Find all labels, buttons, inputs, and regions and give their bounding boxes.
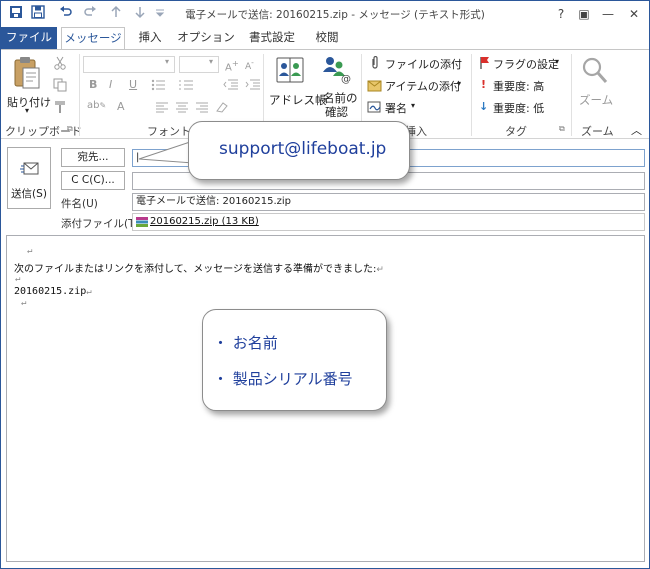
format-painter-icon[interactable] bbox=[53, 100, 67, 117]
send-button-label: 送信(S) bbox=[11, 188, 47, 200]
undo-icon[interactable] bbox=[57, 5, 75, 23]
cut-icon[interactable] bbox=[53, 56, 67, 73]
align-center-icon[interactable] bbox=[175, 102, 189, 116]
window-title: 電子メールで送信: 20160215.zip - メッセージ (テキスト形式) bbox=[185, 9, 485, 21]
paragraph-mark: ↵ bbox=[27, 246, 33, 256]
text-highlight-icon[interactable]: ab✎ bbox=[87, 100, 106, 111]
cc-button[interactable]: C C(C)... bbox=[61, 171, 125, 190]
attached-label: 添付ファイル(T) bbox=[61, 218, 139, 230]
low-importance-icon[interactable]: ↓ bbox=[479, 100, 488, 113]
help-button[interactable]: ? bbox=[550, 4, 572, 24]
zip-file-icon bbox=[136, 217, 148, 227]
close-button[interactable]: ✕ bbox=[623, 4, 645, 24]
italic-button[interactable]: I bbox=[109, 78, 112, 91]
attachment-well: 20160215.zip (13 KB) bbox=[132, 213, 645, 231]
subject-label: 件名(U) bbox=[61, 198, 98, 210]
send-icon bbox=[20, 162, 39, 175]
info-callout: ・ お名前 ・ 製品シリアル番号 bbox=[202, 309, 387, 411]
shrink-font-icon[interactable]: A- bbox=[245, 58, 254, 72]
send-button[interactable]: 送信(S) bbox=[7, 147, 51, 209]
check-names-button-line2[interactable]: 確認 bbox=[325, 104, 348, 120]
callout-bullet-serial: ・ 製品シリアル番号 bbox=[213, 370, 353, 388]
bullets-icon[interactable] bbox=[151, 79, 169, 94]
clipboard-launcher-icon[interactable]: ⧉ bbox=[67, 124, 73, 134]
attach-item-button[interactable]: アイテムの添付 bbox=[385, 78, 461, 94]
tab-file[interactable]: ファイル bbox=[1, 27, 57, 49]
to-button[interactable]: 宛先... bbox=[61, 148, 125, 167]
title-bar: 電子メールで送信: 20160215.zip - メッセージ (テキスト形式) … bbox=[1, 1, 649, 27]
flag-icon[interactable] bbox=[479, 56, 491, 73]
tab-format-text[interactable]: 書式設定 bbox=[241, 27, 303, 49]
outlook-message-window: 電子メールで送信: 20160215.zip - メッセージ (テキスト形式) … bbox=[0, 0, 650, 569]
font-size-dropdown-icon[interactable]: ▾ bbox=[209, 57, 213, 66]
follow-up-dropdown-icon[interactable]: ▾ bbox=[555, 57, 559, 66]
align-left-icon[interactable] bbox=[155, 102, 169, 116]
signature-button[interactable]: 署名 bbox=[385, 100, 407, 116]
font-color-icon[interactable]: A bbox=[117, 100, 125, 113]
zoom-group-label: ズーム bbox=[581, 125, 614, 138]
tab-insert[interactable]: 挿入 bbox=[129, 27, 171, 49]
ribbon-display-options-icon[interactable]: ▣ bbox=[573, 4, 595, 24]
check-names-icon[interactable]: @ bbox=[321, 54, 351, 87]
zoom-icon[interactable] bbox=[581, 56, 609, 89]
paste-icon[interactable] bbox=[11, 56, 43, 93]
attach-file-button[interactable]: ファイルの添付 bbox=[385, 56, 462, 72]
paste-dropdown-icon[interactable]: ▾ bbox=[25, 106, 29, 115]
redo-icon[interactable] bbox=[81, 5, 99, 23]
arrow-up-icon[interactable] bbox=[107, 5, 125, 23]
tags-group-label: タグ bbox=[505, 125, 527, 138]
tab-message[interactable]: メッセージ bbox=[61, 27, 125, 50]
bold-button[interactable]: B bbox=[89, 78, 97, 91]
increase-indent-icon[interactable] bbox=[245, 79, 261, 94]
copy-icon[interactable] bbox=[53, 78, 67, 95]
font-name-dropdown-icon[interactable]: ▾ bbox=[165, 57, 169, 66]
font-name-combo[interactable] bbox=[83, 56, 175, 73]
clear-formatting-icon[interactable] bbox=[215, 102, 229, 116]
zoom-button[interactable]: ズーム bbox=[579, 92, 613, 108]
grow-font-icon[interactable]: A+ bbox=[225, 58, 239, 73]
align-right-icon[interactable] bbox=[195, 102, 209, 116]
email-callout-text: support@lifeboat.jp bbox=[219, 139, 387, 159]
tab-options[interactable]: オプション bbox=[173, 27, 239, 49]
attach-item-icon[interactable] bbox=[367, 78, 383, 95]
paragraph-mark: ↵ bbox=[21, 298, 27, 308]
low-importance-button[interactable]: 重要度: 低 bbox=[493, 100, 544, 116]
high-importance-icon[interactable]: ! bbox=[481, 78, 486, 91]
attach-item-dropdown-icon[interactable]: ▾ bbox=[457, 79, 461, 88]
underline-button[interactable]: U bbox=[129, 78, 137, 91]
callout-bullet-name: ・ お名前 bbox=[213, 334, 278, 352]
tags-launcher-icon[interactable]: ⧉ bbox=[559, 124, 565, 134]
collapse-ribbon-icon[interactable]: ︿ bbox=[631, 122, 642, 138]
subject-field[interactable]: 電子メールで送信: 20160215.zip bbox=[132, 193, 645, 211]
body-line-1: 次のファイルまたはリンクを添付して、メッセージを送信する準備ができました:↵ bbox=[14, 264, 384, 275]
tab-review[interactable]: 校閲 bbox=[305, 27, 349, 49]
paragraph-mark: ↵ bbox=[15, 274, 21, 284]
signature-dropdown-icon[interactable]: ▾ bbox=[411, 101, 415, 110]
app-icon[interactable] bbox=[7, 5, 25, 23]
minimize-button[interactable]: — bbox=[597, 4, 619, 24]
save-icon[interactable] bbox=[29, 5, 47, 23]
follow-up-button[interactable]: フラグの設定 bbox=[493, 56, 559, 72]
body-line-2: 20160215.zip↵ bbox=[14, 286, 92, 297]
signature-icon[interactable] bbox=[367, 100, 383, 117]
high-importance-button[interactable]: 重要度: 高 bbox=[493, 78, 544, 94]
decrease-indent-icon[interactable] bbox=[223, 79, 239, 94]
attach-file-icon[interactable] bbox=[369, 55, 381, 73]
email-callout: support@lifeboat.jp bbox=[188, 121, 410, 180]
attachment-item[interactable]: 20160215.zip (13 KB) bbox=[150, 214, 259, 230]
address-book-icon[interactable] bbox=[275, 56, 305, 87]
svg-text:@: @ bbox=[341, 74, 351, 84]
ribbon-tabs: ファイル メッセージ 挿入 オプション 書式設定 校閲 bbox=[1, 27, 649, 50]
numbering-icon[interactable] bbox=[179, 79, 197, 94]
address-book-button[interactable]: アドレス帳 bbox=[269, 92, 327, 108]
